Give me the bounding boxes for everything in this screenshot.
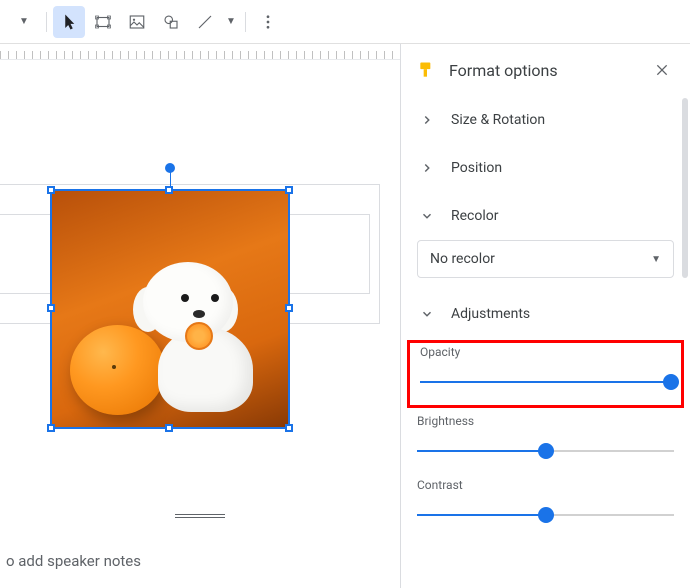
brightness-slider-thumb[interactable] xyxy=(538,443,554,459)
image-icon xyxy=(128,13,146,31)
toolbar-separator xyxy=(46,12,47,32)
chevron-down-icon xyxy=(417,209,437,223)
section-recolor[interactable]: Recolor xyxy=(401,192,690,240)
brightness-slider-group: Brightness xyxy=(401,410,690,474)
close-sidebar-button[interactable] xyxy=(650,58,674,82)
paint-format-button[interactable]: ▼ xyxy=(8,6,40,38)
contrast-slider[interactable] xyxy=(417,506,674,524)
toolbar-separator xyxy=(245,12,246,32)
line-tool-button[interactable] xyxy=(189,6,221,38)
recolor-select[interactable]: No recolor ▼ xyxy=(417,240,674,278)
line-icon xyxy=(196,13,214,31)
close-icon xyxy=(654,62,670,78)
rotate-handle[interactable] xyxy=(165,163,175,173)
resize-handle-mr[interactable] xyxy=(285,304,293,312)
cursor-icon xyxy=(60,13,78,31)
chevron-right-icon xyxy=(417,113,437,127)
contrast-label: Contrast xyxy=(417,478,674,492)
dropdown-arrow-icon: ▼ xyxy=(226,16,236,27)
more-tools-button[interactable] xyxy=(252,6,284,38)
image-tool-button[interactable] xyxy=(121,6,153,38)
chevron-right-icon xyxy=(417,161,437,175)
notes-divider[interactable] xyxy=(175,514,225,518)
shape-tool-button[interactable] xyxy=(155,6,187,38)
brightness-label: Brightness xyxy=(417,414,674,428)
more-vertical-icon xyxy=(259,13,277,31)
section-position[interactable]: Position xyxy=(401,144,690,192)
resize-handle-tl[interactable] xyxy=(47,186,55,194)
opacity-slider-group: Opacity xyxy=(407,340,684,408)
speaker-notes-placeholder[interactable]: o add speaker notes xyxy=(6,552,141,570)
toolbar: ▼ ▼ xyxy=(0,0,690,44)
sidebar-title: Format options xyxy=(449,61,638,80)
canvas-area[interactable]: o add speaker notes xyxy=(0,44,400,588)
section-label: Position xyxy=(451,160,502,176)
selected-image[interactable] xyxy=(50,189,290,429)
textbox-tool-button[interactable] xyxy=(87,6,119,38)
select-tool-button[interactable] xyxy=(53,6,85,38)
line-dropdown-button[interactable]: ▼ xyxy=(223,6,239,38)
opacity-slider[interactable] xyxy=(420,373,671,391)
resize-handle-tr[interactable] xyxy=(285,186,293,194)
sidebar-header: Format options xyxy=(401,44,690,96)
chevron-down-icon xyxy=(417,307,437,321)
image-subject-dog xyxy=(128,262,268,412)
contrast-slider-group: Contrast xyxy=(401,474,690,538)
contrast-slider-thumb[interactable] xyxy=(538,507,554,523)
brightness-slider[interactable] xyxy=(417,442,674,460)
section-size-rotation[interactable]: Size & Rotation xyxy=(401,96,690,144)
shape-icon xyxy=(162,13,180,31)
resize-handle-br[interactable] xyxy=(285,424,293,432)
opacity-slider-thumb[interactable] xyxy=(663,374,679,390)
horizontal-ruler xyxy=(0,44,400,60)
section-label: Size & Rotation xyxy=(451,112,545,128)
section-adjustments[interactable]: Adjustments xyxy=(401,290,690,338)
format-options-icon xyxy=(417,60,437,80)
resize-handle-ml[interactable] xyxy=(47,304,55,312)
resize-handle-bl[interactable] xyxy=(47,424,55,432)
section-label: Recolor xyxy=(451,208,499,224)
dropdown-arrow-icon: ▼ xyxy=(651,254,661,265)
recolor-select-value: No recolor xyxy=(430,251,495,267)
section-label: Adjustments xyxy=(451,306,530,322)
opacity-label: Opacity xyxy=(420,345,671,359)
image-content xyxy=(52,191,288,427)
resize-handle-tm[interactable] xyxy=(165,186,173,194)
resize-handle-bm[interactable] xyxy=(165,424,173,432)
format-options-sidebar: Format options Size & Rotation Position … xyxy=(400,44,690,588)
textbox-icon xyxy=(94,13,112,31)
sidebar-scrollbar[interactable] xyxy=(682,98,688,278)
dropdown-arrow-icon: ▼ xyxy=(19,16,29,27)
rotate-line xyxy=(170,171,171,187)
